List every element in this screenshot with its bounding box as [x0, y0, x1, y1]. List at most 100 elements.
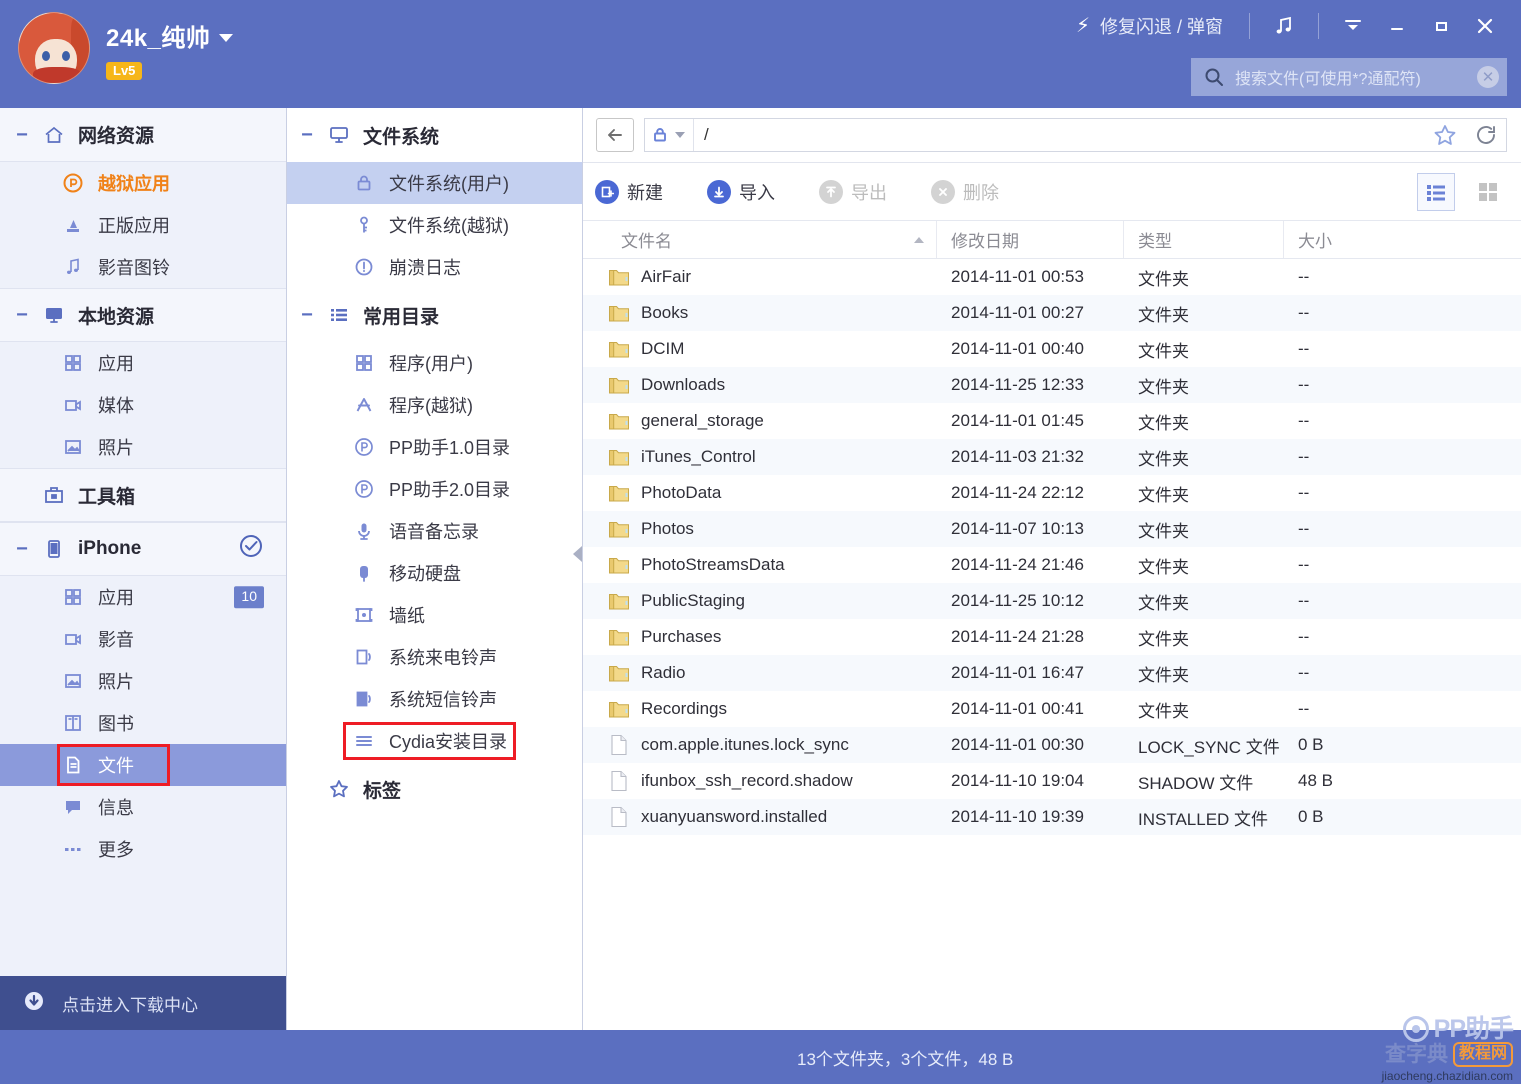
menu-chevron-icon[interactable] [1331, 8, 1375, 44]
sidebar-group-toolbox[interactable]: 工具箱 [0, 468, 286, 522]
minimize-icon[interactable] [1375, 8, 1419, 44]
tree-item-pp-dir-1[interactable]: PP助手1.0目录 [287, 426, 582, 468]
file-name-cell[interactable]: Books [607, 295, 937, 331]
close-icon[interactable] [1463, 8, 1507, 44]
tree-item-pp-dir-2[interactable]: PP助手2.0目录 [287, 468, 582, 510]
file-name-cell[interactable]: Photos [607, 511, 937, 547]
table-row[interactable]: Downloads 2014-11-25 12:33 文件夹 -- [583, 367, 1521, 403]
sidebar-item-iphone-apps[interactable]: 应用 10 [0, 576, 286, 618]
table-row[interactable]: ifunbox_ssh_record.shadow 2014-11-10 19:0… [583, 763, 1521, 799]
table-row[interactable]: DCIM 2014-11-01 00:40 文件夹 -- [583, 331, 1521, 367]
username-row[interactable]: 24k_纯帅 [106, 18, 234, 53]
file-name-cell[interactable]: Recordings [607, 691, 937, 727]
file-name-cell[interactable]: general_storage [607, 403, 937, 439]
table-row[interactable]: PhotoStreamsData 2014-11-24 21:46 文件夹 -- [583, 547, 1521, 583]
table-row[interactable]: Purchases 2014-11-24 21:28 文件夹 -- [583, 619, 1521, 655]
file-name-cell[interactable]: PhotoData [607, 475, 937, 511]
file-name-cell[interactable]: Radio [607, 655, 937, 691]
tree-item-system-ringtones[interactable]: 系统来电铃声 [287, 636, 582, 678]
file-name-cell[interactable]: PublicStaging [607, 583, 937, 619]
table-row[interactable]: xuanyuansword.installed 2014-11-10 19:39 I… [583, 799, 1521, 835]
search-input[interactable]: 搜索文件(可使用*?通配符) [1227, 65, 1477, 89]
file-name-cell[interactable]: Purchases [607, 619, 937, 655]
sidebar-item-official-apps[interactable]: 正版应用 [0, 204, 286, 246]
file-name-cell[interactable]: Downloads [607, 367, 937, 403]
sidebar-item-media-ringtones[interactable]: 影音图铃 [0, 246, 286, 288]
user-profile[interactable]: 24k_纯帅 Lv5 [0, 0, 234, 84]
table-row[interactable]: Photos 2014-11-07 10:13 文件夹 -- [583, 511, 1521, 547]
tree-group-filesystem[interactable]: − 文件系统 [287, 108, 582, 162]
file-name-cell[interactable]: com.apple.itunes.lock_sync [607, 727, 937, 763]
sidebar-group-local[interactable]: − 本地资源 [0, 288, 286, 342]
collapse-left-arrow-icon[interactable] [572, 528, 582, 580]
sidebar-item-iphone-files[interactable]: 文件 [0, 744, 286, 786]
new-button[interactable]: 新建 [595, 179, 663, 205]
file-name-cell[interactable]: iTunes_Control [607, 439, 937, 475]
grid-view-icon[interactable] [1469, 173, 1507, 211]
file-list[interactable]: AirFair 2014-11-01 00:53 文件夹 -- Books 2014-11… [583, 259, 1521, 1030]
table-row[interactable]: iTunes_Control 2014-11-03 21:32 文件夹 -- [583, 439, 1521, 475]
path-value[interactable]: / [694, 125, 1426, 145]
maximize-icon[interactable] [1419, 8, 1463, 44]
table-row[interactable]: AirFair 2014-11-01 00:53 文件夹 -- [583, 259, 1521, 295]
sidebar-item-iphone-books[interactable]: 图书 [0, 702, 286, 744]
sidebar-item-iphone-media[interactable]: 影音 [0, 618, 286, 660]
file-name-cell[interactable]: AirFair [607, 259, 937, 295]
tree-item-wallpaper[interactable]: 墙纸 [287, 594, 582, 636]
sidebar-item-local-media[interactable]: 媒体 [0, 384, 286, 426]
import-button[interactable]: 导入 [707, 179, 775, 205]
file-name-cell[interactable]: PhotoStreamsData [607, 547, 937, 583]
chevron-down-icon[interactable] [675, 132, 685, 138]
tree-item-crash-logs[interactable]: 崩溃日志 [287, 246, 582, 288]
sidebar-group-iphone[interactable]: − iPhone [0, 522, 286, 576]
sidebar-item-iphone-photos[interactable]: 照片 [0, 660, 286, 702]
table-row[interactable]: com.apple.itunes.lock_sync 2014-11-01 00:… [583, 727, 1521, 763]
table-row[interactable]: general_storage 2014-11-01 01:45 文件夹 -- [583, 403, 1521, 439]
sidebar-item-iphone-more[interactable]: 更多 [0, 828, 286, 870]
tree-item-system-sms-tones[interactable]: 系统短信铃声 [287, 678, 582, 720]
column-header-filename[interactable]: 文件名 [607, 221, 937, 258]
collapse-toggle-icon[interactable]: − [299, 305, 315, 325]
favorite-star-icon[interactable] [1426, 122, 1464, 148]
collapse-toggle-icon[interactable]: − [299, 125, 315, 145]
collapse-toggle-icon[interactable]: − [14, 539, 30, 559]
sidebar-item-iphone-messages[interactable]: 信息 [0, 786, 286, 828]
tree-group-common-dirs[interactable]: − 常用目录 [287, 288, 582, 342]
fix-crash-button[interactable]: ⚡ 修复闪退 / 弹窗 [1068, 13, 1237, 39]
tree-item-filesystem-user[interactable]: 文件系统(用户) [287, 162, 582, 204]
sidebar-item-local-apps[interactable]: 应用 [0, 342, 286, 384]
sidebar-item-local-photos[interactable]: 照片 [0, 426, 286, 468]
tree-item-voice-memos[interactable]: 语音备忘录 [287, 510, 582, 552]
download-center-button[interactable]: 点击进入下载中心 [0, 976, 286, 1030]
path-scope-selector[interactable] [651, 119, 694, 151]
clear-circle-icon[interactable]: ✕ [1477, 66, 1499, 88]
list-view-icon[interactable] [1417, 172, 1455, 211]
table-row[interactable]: Recordings 2014-11-01 00:41 文件夹 -- [583, 691, 1521, 727]
sidebar-item-jailbreak-apps[interactable]: 越狱应用 [0, 162, 286, 204]
chevron-down-icon[interactable] [219, 33, 234, 42]
tree-group-tags[interactable]: 标签 [287, 762, 582, 816]
collapse-toggle-icon[interactable]: − [14, 125, 30, 145]
column-header-date[interactable]: 修改日期 [937, 221, 1124, 258]
file-name-cell[interactable]: xuanyuansword.installed [607, 799, 937, 835]
table-row[interactable]: Books 2014-11-01 00:27 文件夹 -- [583, 295, 1521, 331]
path-input[interactable]: / [644, 118, 1507, 152]
table-row[interactable]: Radio 2014-11-01 16:47 文件夹 -- [583, 655, 1521, 691]
file-name-cell[interactable]: ifunbox_ssh_record.shadow [607, 763, 937, 799]
tree-item-programs-user[interactable]: 程序(用户) [287, 342, 582, 384]
avatar[interactable] [18, 12, 90, 84]
table-row[interactable]: PhotoData 2014-11-24 22:12 文件夹 -- [583, 475, 1521, 511]
tree-item-filesystem-jailbreak[interactable]: 文件系统(越狱) [287, 204, 582, 246]
column-header-type[interactable]: 类型 [1124, 221, 1284, 258]
search-bar[interactable]: 搜索文件(可使用*?通配符) ✕ [1191, 58, 1507, 96]
column-header-size[interactable]: 大小 [1284, 221, 1521, 258]
back-arrow-icon[interactable] [596, 118, 634, 152]
collapse-toggle-icon[interactable]: − [14, 305, 30, 325]
sidebar-group-network[interactable]: − 网络资源 [0, 108, 286, 162]
table-row[interactable]: PublicStaging 2014-11-25 10:12 文件夹 -- [583, 583, 1521, 619]
tree-item-programs-jailbreak[interactable]: 程序(越狱) [287, 384, 582, 426]
music-note-icon[interactable] [1262, 8, 1306, 44]
tree-item-cydia-install-dir[interactable]: Cydia安装目录 [287, 720, 582, 762]
file-name-cell[interactable]: DCIM [607, 331, 937, 367]
refresh-icon[interactable] [1464, 123, 1498, 147]
